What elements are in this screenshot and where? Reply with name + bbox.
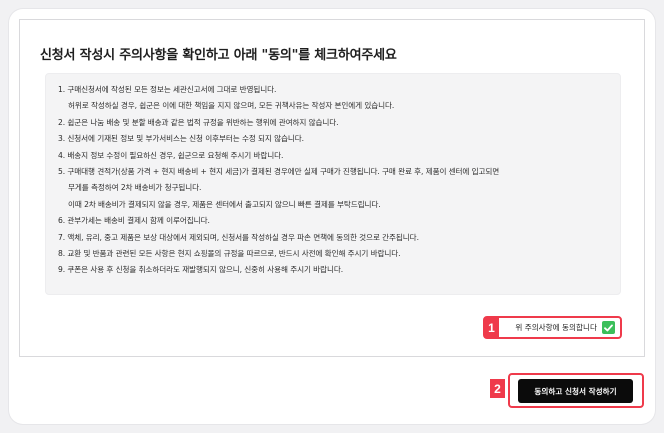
agree-label: 위 주의사항에 동의합니다 — [515, 323, 597, 332]
rule-item-1: 1. 구매신청서에 작성된 모든 정보는 세관신고서에 그대로 반영됩니다. 허위… — [58, 85, 395, 111]
check-icon[interactable] — [602, 321, 615, 334]
notice-box: 1. 구매신청서에 작성된 모든 정보는 세관신고서에 그대로 반영됩니다. 허위… — [45, 73, 621, 295]
rule-item-7: 7. 액체, 유리, 중고 제품은 보상 대상에서 제외되며, 신청서를 작성하… — [58, 232, 419, 242]
rule-item-4: 4. 배송지 정보 수정이 필요하신 경우, 쉽군으로 요청해 주시기 바랍니다… — [58, 150, 284, 160]
rule-item-5: 5. 구매대행 견적가(상품 가격 + 현지 배송비 + 현지 세금)가 결제된… — [58, 167, 500, 209]
annotation-badge-2: 2 — [490, 379, 505, 398]
agree-checkbox[interactable]: 위 주의사항에 동의합니다 — [483, 316, 622, 339]
agree-and-submit-button[interactable]: 동의하고 신청서 작성하기 — [518, 379, 633, 403]
rule-item-8: 8. 교환 및 반품과 관련된 모든 사항은 현지 쇼핑몰의 규정을 따르므로,… — [58, 249, 401, 259]
annotation-badge-1: 1 — [484, 318, 499, 337]
rule-item-3: 3. 신청서에 기재된 정보 및 부가서비스는 신청 이후부터는 수정 되지 않… — [58, 134, 304, 144]
page-title: 신청서 작성시 주의사항을 확인하고 아래 "동의"를 체크하여주세요 — [40, 48, 397, 63]
rule-item-2: 2. 쉽군은 나눔 배송 및 분할 배송과 같은 법적 규정을 위반하는 행위에… — [58, 117, 339, 127]
rule-item-6: 6. 관부가세는 배송비 결제시 함께 이루어집니다. — [58, 216, 210, 226]
rules-list: 1. 구매신청서에 작성된 모든 정보는 세관신고서에 그대로 반영됩니다. 허위… — [58, 82, 614, 279]
rule-item-9: 9. 쿠폰은 사용 후 신청을 취소하더라도 재발행되지 않으니, 신중히 사용… — [58, 265, 344, 275]
submit-highlight: 동의하고 신청서 작성하기 — [508, 373, 644, 408]
